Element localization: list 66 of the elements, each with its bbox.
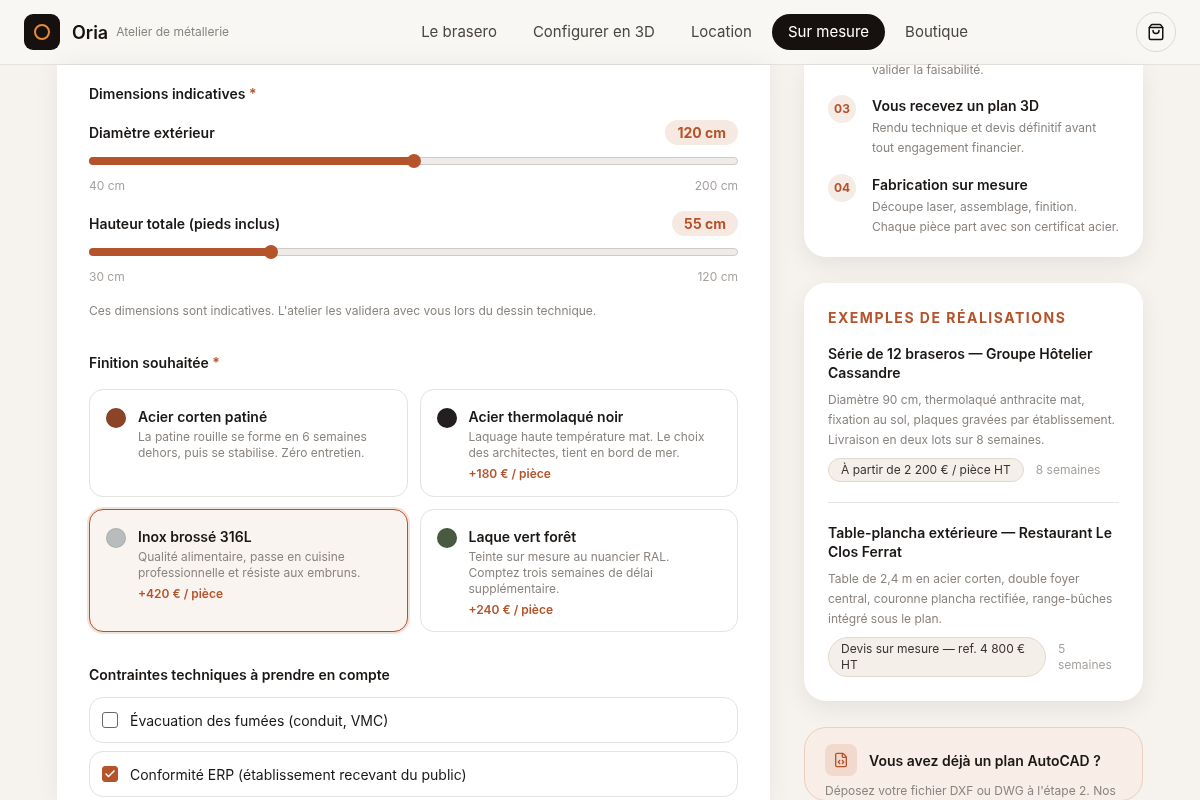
step-number: 04 <box>828 174 856 202</box>
example-title: Table-plancha extérieure — Restaurant Le Clos Ferrat <box>828 523 1114 561</box>
step-text: Rendu technique et devis définitif avant tout engagement financier. <box>872 119 1098 157</box>
slider-label: Diamètre extérieur <box>89 123 215 143</box>
constraint-label: Évacuation des fumées (conduit, VMC) <box>130 710 389 731</box>
finish-option[interactable]: Acier corten patiné La patine rouille se forme en 6 semaines dehors, puis se stabilise. Zéro entretien. <box>89 389 408 497</box>
shopping-bag-icon <box>1147 23 1165 41</box>
option-price: +240 € / pièce <box>468 601 555 619</box>
option-title: Inox brossé 316L <box>138 527 253 547</box>
slider-min: 30 cm <box>89 268 125 286</box>
finish-option[interactable]: Acier thermolaqué noir Laquage haute température mat. Le choix des architectes, tient en bord de mer. +180 € / pièce <box>419 389 738 497</box>
value-pill: 120 cm <box>665 120 738 145</box>
option-price: +180 € / pièce <box>468 465 552 483</box>
check-icon <box>104 768 116 780</box>
slider-thumb[interactable] <box>406 154 421 168</box>
example-title: Série de 12 braseros — Groupe Hôtelier Cassandre <box>828 344 1094 382</box>
step-title: Vous recevez un plan 3D <box>872 96 1041 116</box>
delay-text: 5 semaines <box>1058 641 1113 673</box>
slider-track[interactable] <box>89 157 738 165</box>
slider-min: 40 cm <box>89 177 126 195</box>
option-description: Teinte sur mesure au nuancier RAL. Comptez trois semaines de délai supplémentaire. <box>468 549 671 597</box>
step-number: 03 <box>828 95 856 123</box>
slider-label: Hauteur totale (pieds inclus) <box>89 214 281 234</box>
slider-max: 120 cm <box>697 268 738 286</box>
brand-tagline: Atelier de métallerie <box>116 23 230 41</box>
constraint-option[interactable]: Conformité ERP (établissement recevant du public) <box>89 751 738 797</box>
option-description: La patine rouille se forme en 6 semaines dehors, puis se stabilise. Zéro entretien. <box>138 429 368 461</box>
nav-link[interactable]: Sur mesure <box>771 13 886 51</box>
nav-link[interactable]: Location <box>674 13 768 51</box>
option-description: Qualité alimentaire, passe en cuisine professionnelle et résiste aux embruns. <box>138 549 362 581</box>
option-description: Laquage haute température mat. Le choix des architectes, tient en bord de mer. <box>468 429 706 461</box>
delay-text: 8 semaines <box>1035 462 1101 478</box>
card-heading: EXEMPLES DE RÉALISATIONS <box>828 308 1068 328</box>
option-price: +420 € / pièce <box>138 585 225 603</box>
step-text: valider la faisabilité. <box>872 61 985 79</box>
section-title: Contraintes techniques à prendre en compte <box>89 665 391 685</box>
constraint-option[interactable]: Évacuation des fumées (conduit, VMC) <box>89 697 738 743</box>
finish-option[interactable]: Inox brossé 316L Qualité alimentaire, passe en cuisine professionnelle et résiste aux embruns. +420 € / pièce <box>89 509 408 632</box>
nav-link[interactable]: Le brasero <box>405 13 513 51</box>
step-title: Fabrication sur mesure <box>872 175 1029 195</box>
brand-name[interactable]: Oria <box>72 18 109 46</box>
checkbox[interactable] <box>102 712 118 728</box>
example-description: Diamètre 90 cm, thermolaqué anthracite mat, fixation au sol, plaques gravées par établissement. Livraison en deux lots sur 8 semaines. <box>828 391 1116 449</box>
constraint-label: Conformité ERP (établissement recevant du public) <box>130 764 467 785</box>
file-code-icon <box>825 744 857 776</box>
card-text: Déposez votre fichier DXF ou DWG à l'étape 2. Nos <box>825 782 1117 800</box>
card-heading: Vous avez déjà un plan AutoCAD ? <box>869 750 1101 771</box>
example-description: Table de 2,4 m en acier corten, double foyer central, couronne plancha rectifiée, range-bûches intégré sous le plan. <box>828 570 1114 628</box>
slider-max: 200 cm <box>694 177 738 195</box>
checkbox[interactable] <box>102 766 118 782</box>
price-tag: À partir de 2 200 € / pièce HT <box>828 458 1024 482</box>
option-title: Laque vert forêt <box>468 527 578 547</box>
price-tag: Devis sur mesure — ref. 4 800 € HT <box>828 637 1046 677</box>
logo-icon <box>24 14 60 50</box>
nav-link[interactable]: Boutique <box>889 13 985 51</box>
helper-text: Ces dimensions sont indicatives. L'atelier les validera avec vous lors du dessin technique. <box>89 302 598 320</box>
nav-link[interactable]: Configurer en 3D <box>516 13 671 51</box>
section-title: Finition souhaitée * <box>89 353 221 373</box>
step-text: Découpe laser, assemblage, finition. Chaque pièce part avec son certificat acier. <box>872 198 1119 236</box>
option-title: Acier thermolaqué noir <box>468 407 625 427</box>
slider-track[interactable] <box>89 248 738 256</box>
option-title: Acier corten patiné <box>138 407 269 427</box>
section-title: Dimensions indicatives * <box>89 84 258 104</box>
value-pill: 55 cm <box>671 211 738 236</box>
slider-thumb[interactable] <box>264 245 279 259</box>
finish-option[interactable]: Laque vert forêt Teinte sur mesure au nuancier RAL. Comptez trois semaines de délai supplémentaire. +240 € / pièce <box>419 509 738 632</box>
